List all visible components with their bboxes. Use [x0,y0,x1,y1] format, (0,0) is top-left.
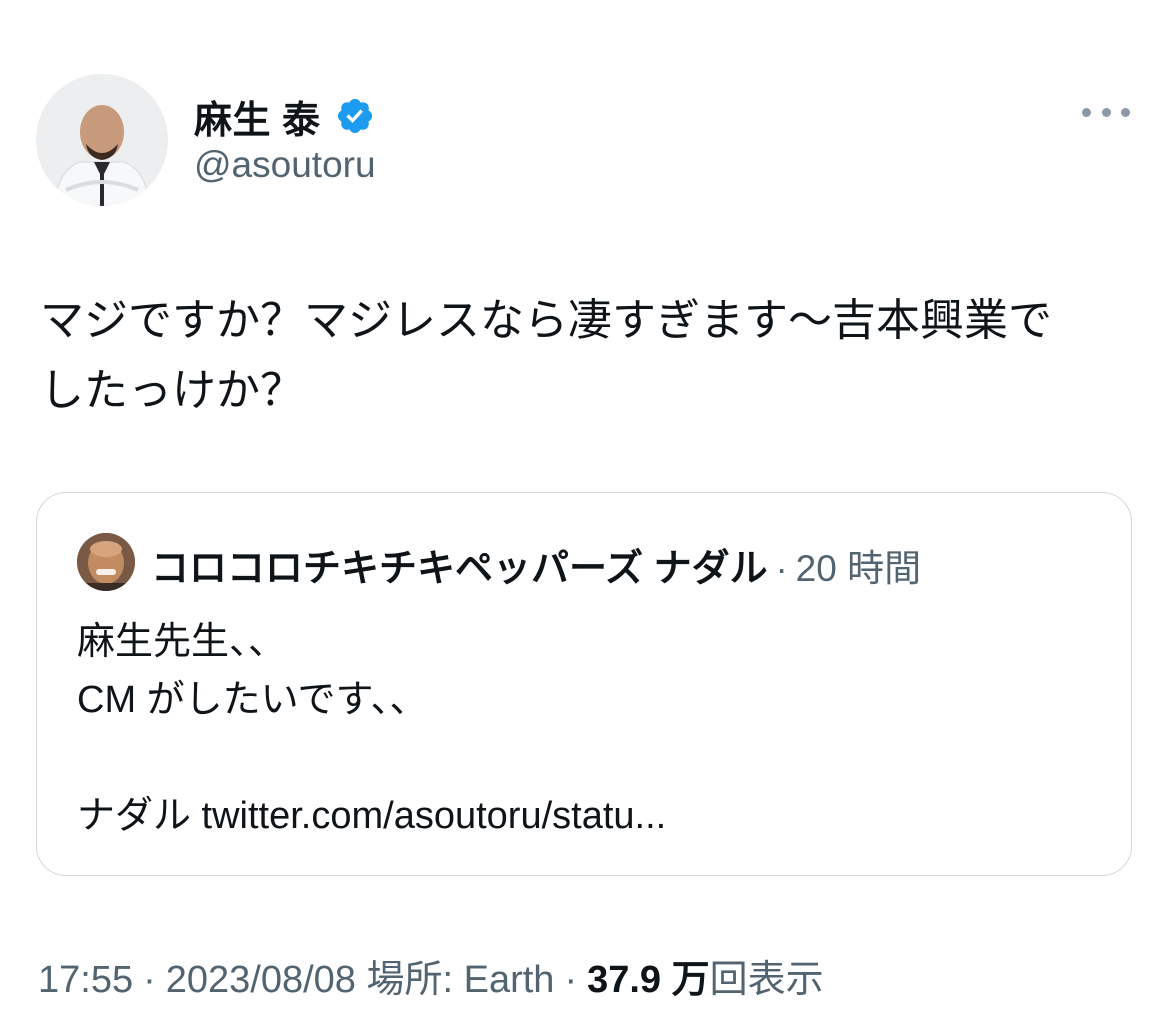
quote-time: 20 時間 [795,548,922,589]
author-display-name[interactable]: 麻生 泰 [194,89,321,144]
meta-separator: · [143,959,156,1001]
more-horizontal-icon[interactable] [1082,100,1130,124]
views-count: 37.9 万 [587,959,710,1001]
tweet-detail: 麻生 泰 @asoutoru マジですか？マジレスなら凄すぎます〜吉本興業で し… [0,0,1170,1023]
tweet-text: マジですか？マジレスなら凄すぎます〜吉本興業で したっけか？ [40,296,1052,415]
tweet-meta: 17:55 · 2023/08/08 場所: Earth · 37.9 万回表示 [38,948,824,1003]
tweet-time[interactable]: 17:55 [38,959,133,1001]
meta-separator: · [564,959,578,1001]
quote-separator: · [775,548,788,589]
quote-header: コロコロチキチキペッパーズ ナダル · 20 時間 [151,537,921,592]
more-dot [1082,107,1091,117]
author-avatar[interactable] [36,74,168,206]
author-handle[interactable]: @asoutoru [194,144,376,186]
verified-badge-icon [337,98,372,134]
views-label: 回表示 [709,959,824,1001]
more-dot [1121,107,1130,117]
tweet-date[interactable]: 2023/08/08 [166,959,356,1001]
tweet-location: 場所: Earth [366,959,555,1001]
quote-text: 麻生先生、、 CM がしたいです、、 ナダル twitter.com/asout… [77,621,667,837]
more-dot [1101,107,1111,117]
author-name-row: 麻生 泰 [194,92,375,142]
quote-author-name: コロコロチキチキペッパーズ ナダル [151,548,768,590]
quoted-tweet-card[interactable]: コロコロチキチキペッパーズ ナダル · 20 時間 麻生先生、、 CM がしたい… [36,492,1132,876]
quote-author-avatar [77,533,135,591]
